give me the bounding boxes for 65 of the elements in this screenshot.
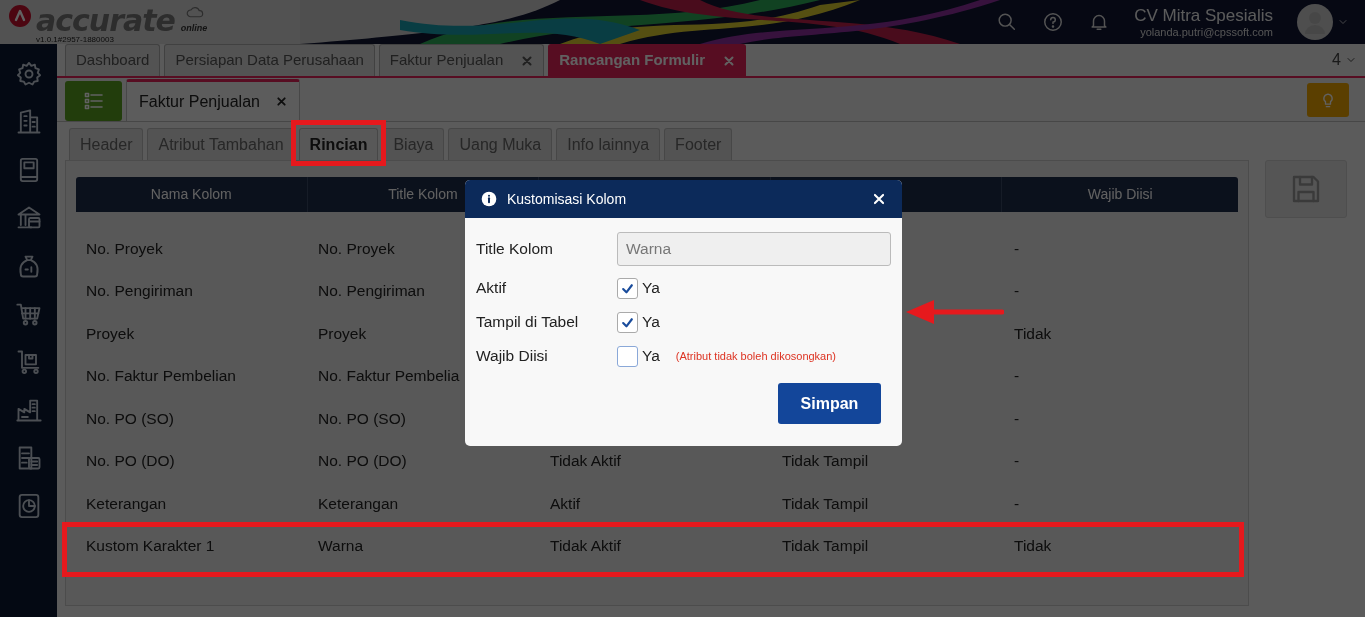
table-cell: - [1014,494,1020,512]
checkbox[interactable] [617,345,638,367]
table-cell: - [1014,367,1020,385]
arrow-icon [904,297,1004,327]
table-cell: Keterangan [318,494,399,512]
info-icon [481,191,497,207]
table-cell: Tidak Aktif [550,452,621,470]
table-cell: - [1014,452,1020,470]
input-field[interactable]: Warna [617,232,891,266]
table-cell: Tidak Tampil [782,452,869,470]
checkbox-label: Ya [642,278,660,299]
table-cell: Warna [318,537,364,555]
table-cell: No. Faktur Pembelian [86,367,236,385]
lightbulb-button[interactable] [1307,82,1349,117]
version-text: v1.0.1#2957-1880003 [36,35,115,44]
table-cell: Tidak Aktif [550,537,621,555]
close-icon[interactable] [872,192,886,206]
tab[interactable]: Rincian [298,128,379,160]
column-header: Wajib Diisi [1086,185,1154,204]
table-cell: Proyek [86,324,135,342]
table-cell: Tidak Tampil [782,537,869,555]
company-name: CV Mitra Spesialis [1134,5,1273,26]
tab-count: 4 [1332,50,1341,70]
table-cell: No. PO (SO) [86,409,174,427]
table-cell: No. Pengiriman [86,282,193,300]
table-cell: - [1014,239,1020,257]
table-cell: No. Proyek [86,239,163,257]
user-email: yolanda.putri@cpssoft.com [1140,25,1273,39]
tab[interactable]: Rancangan Formulir [548,44,747,76]
check-icon [621,281,634,295]
table-cell: No. PO (SO) [318,409,406,427]
table-cell: Aktif [550,494,581,512]
table-cell: No. Proyek [318,239,395,257]
table-cell: No. PO (DO) [318,452,407,470]
checkbox-label: Ya [642,312,660,333]
avatar-icon[interactable] [1297,4,1333,40]
table-cell: No. Pengiriman [318,282,425,300]
table-cell: Keterangan [86,494,167,512]
checkbox[interactable] [617,277,638,299]
gear-icon[interactable] [14,60,43,88]
field-label: Tampil di Tabel [476,312,580,333]
checkbox[interactable] [617,311,638,333]
field-label: Wajib Diisi [476,346,549,367]
table-cell: Kustom Karakter 1 [86,537,215,555]
column-header: Nama Kolom [76,177,308,212]
table-cell: Tidak [1014,324,1052,342]
table-cell: No. Faktur Pembelia [318,367,460,385]
table-cell: Tidak [1014,537,1052,555]
table-cell: Tidak Tampil [782,494,869,512]
table-cell: - [1014,409,1020,427]
document-tab[interactable]: Faktur Penjualan [126,79,300,121]
list-button[interactable] [65,81,122,121]
save-button[interactable]: Simpan [778,383,881,424]
save-button[interactable] [1265,160,1347,218]
logo-icon [8,4,32,29]
field-label: Title Kolom [476,239,554,260]
table-cell: - [1014,282,1020,300]
checkbox-label: Ya [642,346,660,367]
field-label: Aktif [476,278,508,299]
validation-message: (Atribut tidak boleh dikosongkan) [675,348,837,364]
logo-subtitle: online [180,22,208,36]
table-cell: Proyek [318,324,367,342]
table-cell: No. PO (DO) [86,452,175,470]
help-icon[interactable] [1042,11,1065,33]
check-icon [621,315,634,329]
